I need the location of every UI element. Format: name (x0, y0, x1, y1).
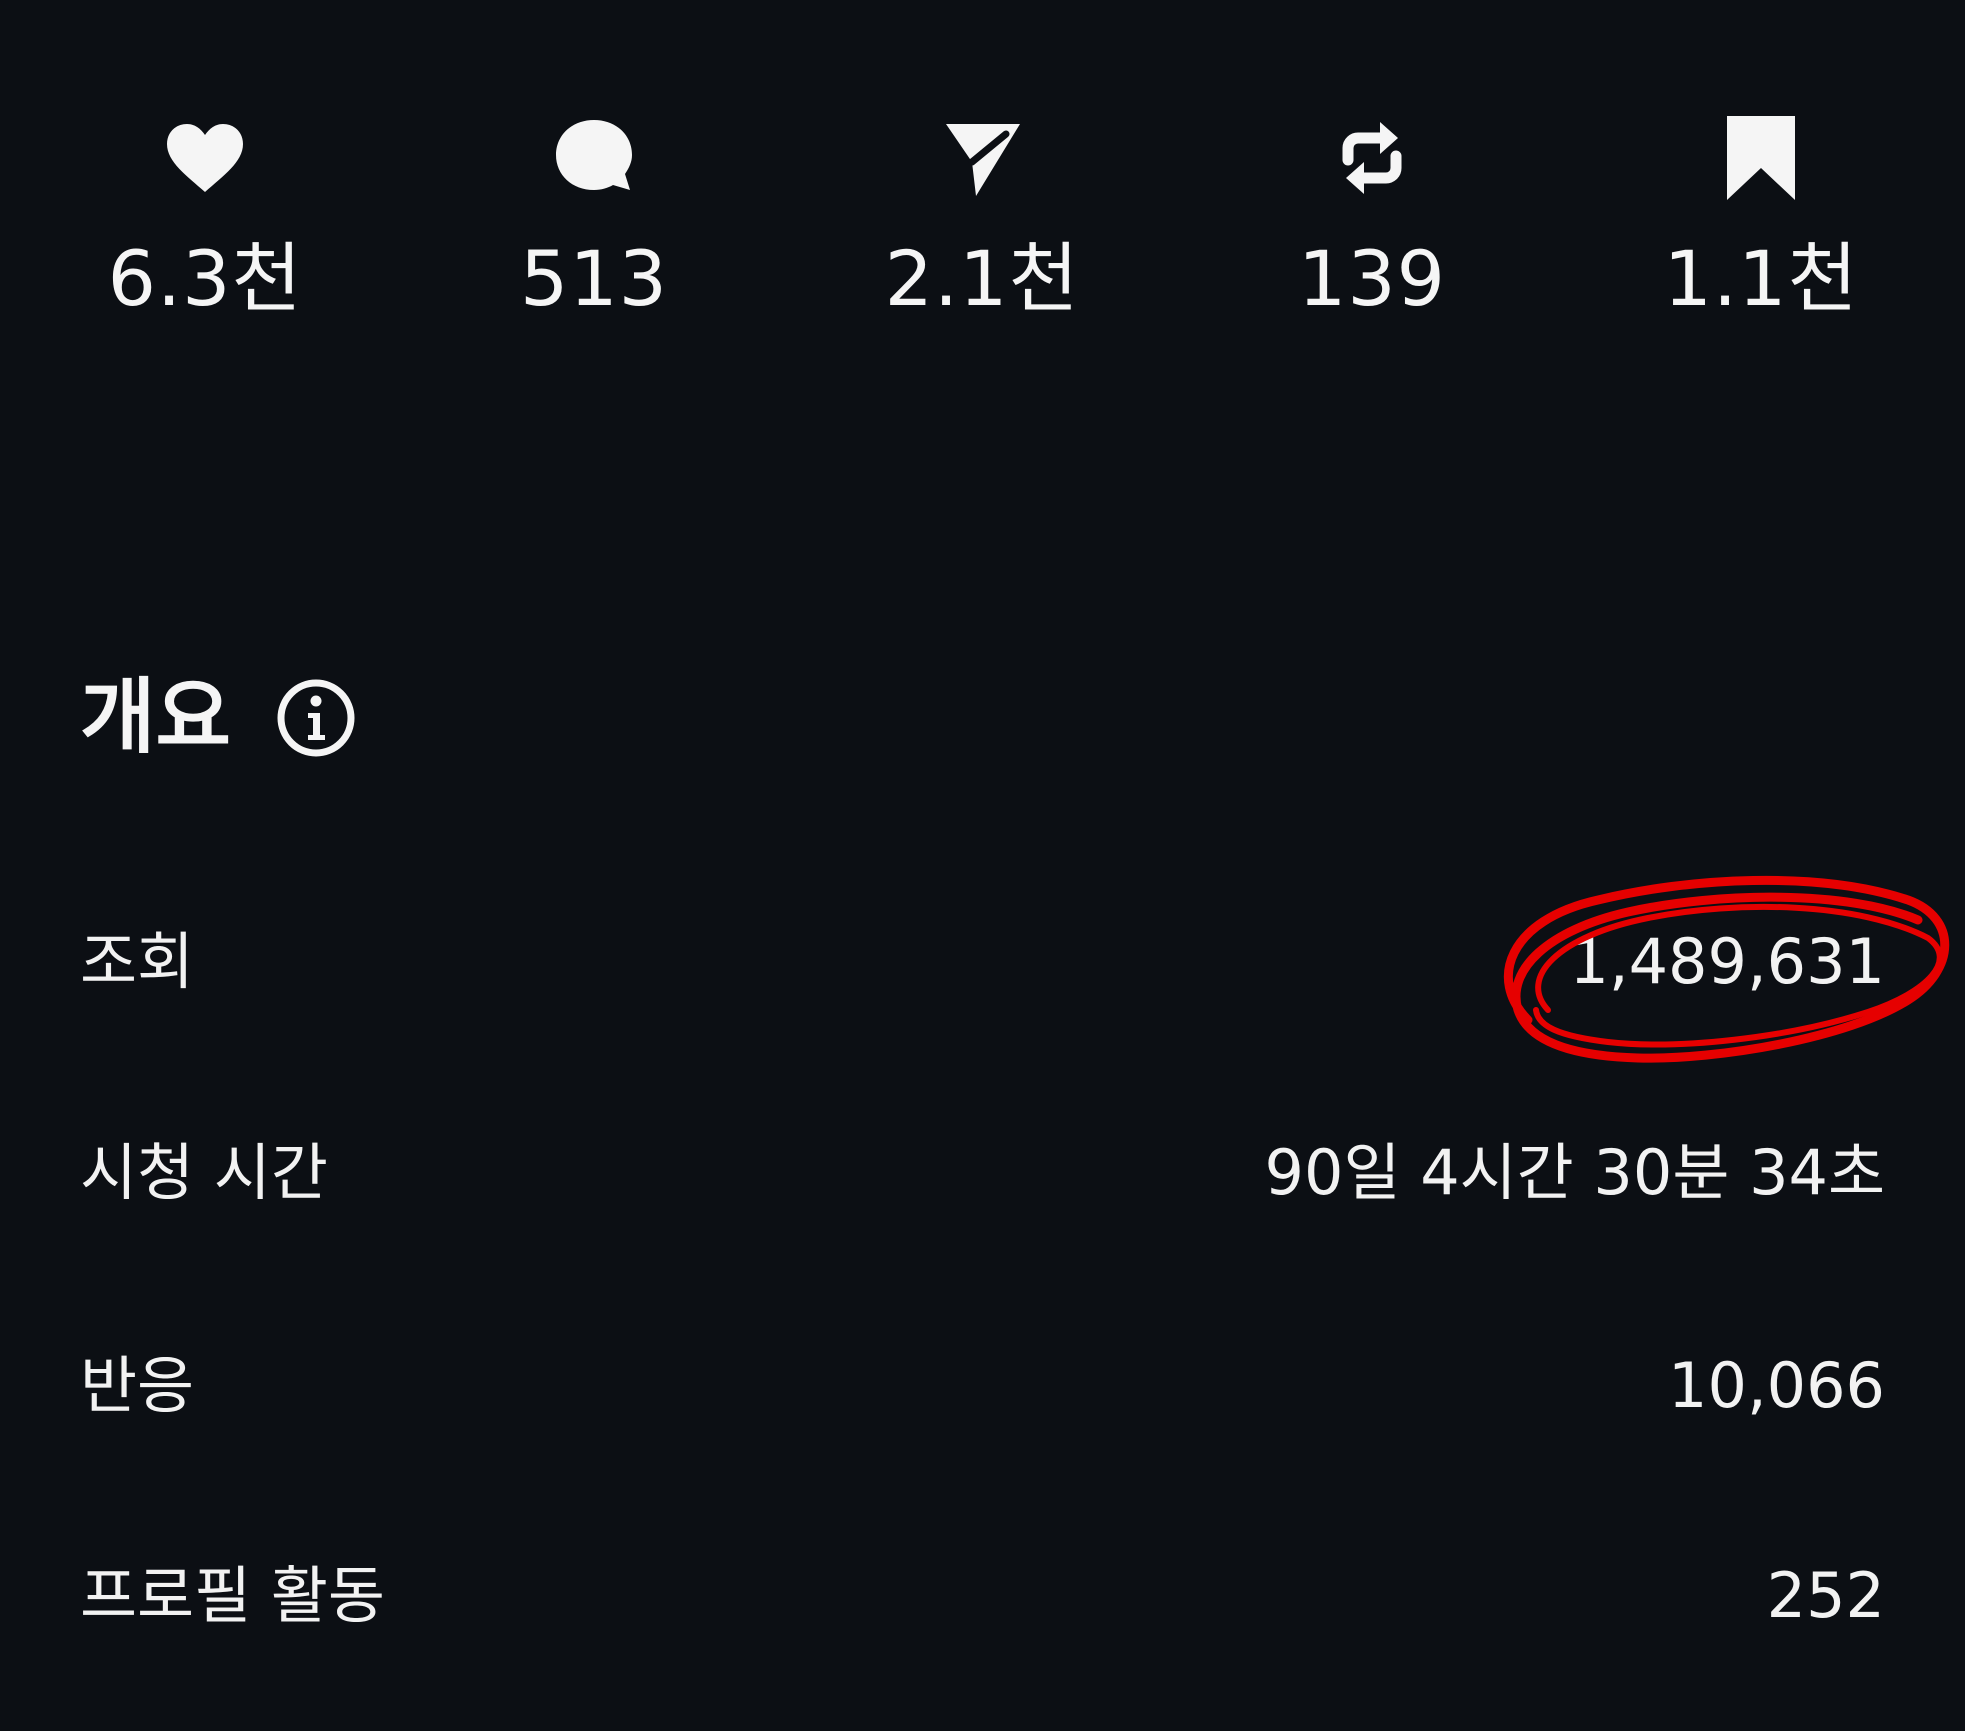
heart-icon (157, 110, 253, 206)
post-action-bar: 6.3천 513 2.1천 139 1.1천 (0, 110, 1965, 340)
bookmark-icon (1713, 110, 1809, 206)
stat-label-profile-activity: 프로필 활동 (80, 1559, 385, 1632)
repost-icon (1324, 110, 1420, 206)
stat-label-watch-time: 시청 시간 (80, 1136, 328, 1209)
overview-title: 개요 (80, 670, 231, 765)
share-count: 2.1천 (884, 234, 1080, 323)
stat-row-profile-activity: 프로필 활동 252 (80, 1546, 1885, 1646)
like-count: 6.3천 (107, 234, 303, 323)
send-icon (934, 110, 1030, 206)
overview-header: 개요 (80, 668, 357, 768)
stat-value-profile-activity: 252 (1766, 1559, 1885, 1632)
stat-value-views: 1,489,631 (1569, 925, 1885, 998)
comment-button[interactable]: 513 (444, 110, 744, 324)
info-icon[interactable] (275, 677, 357, 759)
stat-value-reactions: 10,066 (1668, 1349, 1885, 1422)
save-button[interactable]: 1.1천 (1611, 110, 1911, 324)
like-button[interactable]: 6.3천 (55, 110, 355, 324)
stat-row-views: 조회 1,489,631 (80, 912, 1885, 1012)
stat-row-watch-time: 시청 시간 90일 4시간 30분 34초 (80, 1123, 1885, 1223)
comment-count: 513 (519, 234, 669, 323)
repost-count: 139 (1297, 234, 1447, 323)
share-button[interactable]: 2.1천 (832, 110, 1132, 324)
stat-row-reactions: 반응 10,066 (80, 1336, 1885, 1436)
save-count: 1.1천 (1663, 234, 1859, 323)
comment-icon (546, 110, 642, 206)
stat-value-watch-time: 90일 4시간 30분 34초 (1264, 1136, 1885, 1209)
stat-label-views: 조회 (80, 925, 195, 998)
stat-label-reactions: 반응 (80, 1349, 195, 1422)
repost-button[interactable]: 139 (1222, 110, 1522, 324)
